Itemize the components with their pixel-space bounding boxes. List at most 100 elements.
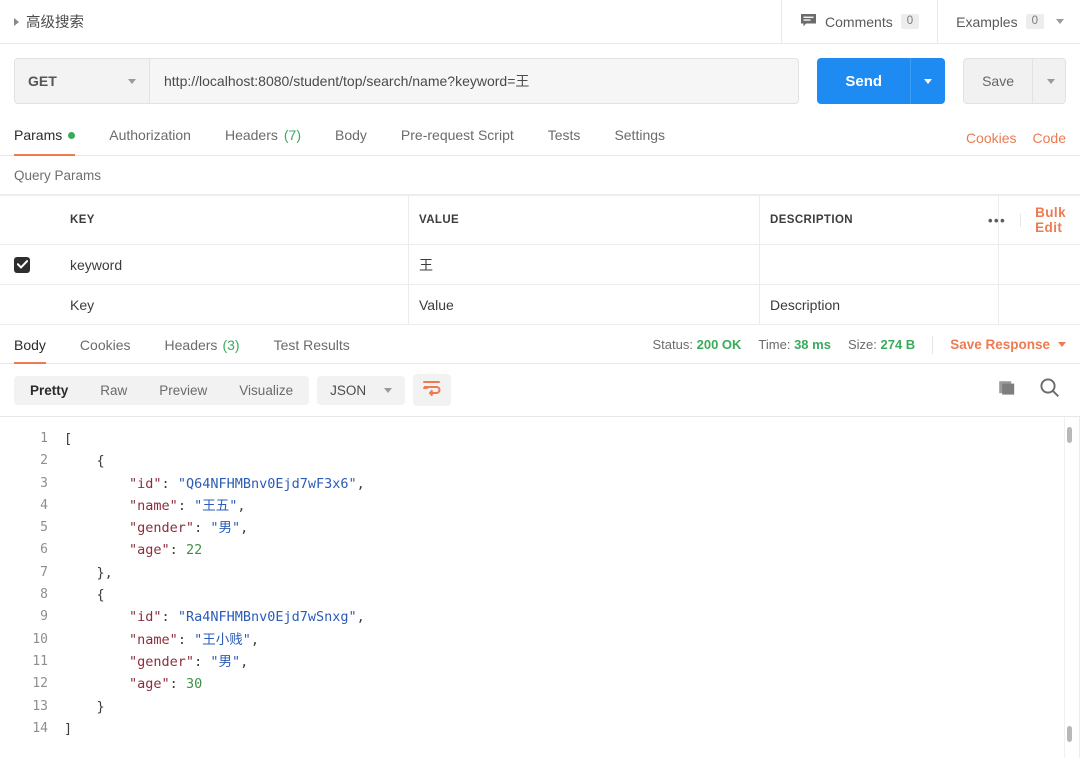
view-visualize[interactable]: Visualize <box>223 376 309 405</box>
table-row[interactable]: keyword 王 <box>0 244 1080 285</box>
code-line: "gender": "男", <box>129 653 249 670</box>
breadcrumb-label: 高级搜索 <box>26 15 84 31</box>
line-number: 3 <box>40 475 48 491</box>
row-actions <box>998 284 1080 325</box>
word-wrap-button[interactable] <box>413 374 452 406</box>
search-icon[interactable] <box>1039 377 1060 403</box>
comments-label: Comments <box>825 13 893 30</box>
response-tab-cookies[interactable]: Cookies <box>63 326 148 363</box>
cookies-link[interactable]: Cookies <box>966 130 1017 146</box>
send-options-button[interactable] <box>910 58 946 104</box>
param-key-input[interactable]: keyword <box>60 244 409 285</box>
chevron-down-icon <box>1047 78 1055 84</box>
view-preview[interactable]: Preview <box>143 376 223 405</box>
tab-label: Authorization <box>109 127 191 143</box>
send-button-group: Send <box>817 58 946 104</box>
view-raw[interactable]: Raw <box>84 376 143 405</box>
request-tab-bar: Params Authorization Headers (7) Body Pr… <box>0 116 1080 156</box>
examples-count: 0 <box>1025 13 1044 30</box>
line-number: 13 <box>32 698 48 714</box>
url-input[interactable]: http://localhost:8080/student/top/search… <box>150 58 800 104</box>
response-tabs: Body Cookies Headers (3) Test Results <box>14 326 367 364</box>
headers-count: (7) <box>283 127 301 143</box>
code-line: "id": "Ra4NFHMBnv0Ejd7wSnxg", <box>129 609 365 626</box>
tab-authorization[interactable]: Authorization <box>92 116 208 155</box>
size-metric: Size: 274 B <box>848 337 915 352</box>
scrollbar-thumb-bottom[interactable] <box>1067 726 1072 742</box>
header-description: DESCRIPTION <box>759 195 999 245</box>
new-param-description-input[interactable]: Description <box>759 284 999 325</box>
code-line: "age": 22 <box>129 542 203 559</box>
send-button[interactable]: Send <box>817 58 911 104</box>
row-actions <box>998 244 1080 285</box>
body-actions <box>998 377 1066 403</box>
response-tab-body[interactable]: Body <box>14 326 63 364</box>
response-tab-headers[interactable]: Headers (3) <box>148 326 257 363</box>
line-number: 5 <box>40 520 48 536</box>
tab-headers[interactable]: Headers (7) <box>208 116 318 155</box>
expand-triangle-icon[interactable] <box>14 17 19 26</box>
response-tab-bar: Body Cookies Headers (3) Test Results St… <box>0 326 1080 364</box>
comments-count: 0 <box>900 13 920 30</box>
more-options-icon[interactable]: ••• <box>974 213 1022 227</box>
code-line: "name": "王五", <box>129 497 246 514</box>
new-param-value-input[interactable]: Value <box>408 284 760 325</box>
param-value-input[interactable]: 王 <box>408 244 760 285</box>
line-number: 4 <box>40 497 48 513</box>
checkbox-checked-icon[interactable] <box>14 256 30 273</box>
copy-icon[interactable] <box>998 378 1019 403</box>
http-method-select[interactable]: GET <box>14 58 150 104</box>
bulk-edit-link[interactable]: Bulk Edit <box>1021 205 1066 235</box>
tab-pre-request-script[interactable]: Pre-request Script <box>384 116 531 155</box>
line-number: 6 <box>40 542 48 558</box>
response-meta: Status: 200 OK Time: 38 ms Size: 274 B S… <box>653 335 1066 354</box>
tab-tests[interactable]: Tests <box>531 116 598 155</box>
table-row[interactable]: Key Value Description <box>0 284 1080 325</box>
header-actions: Comments 0 Examples 0 <box>781 0 1080 43</box>
breadcrumb[interactable]: 高级搜索 <box>14 11 84 32</box>
line-number: 14 <box>32 720 48 736</box>
row-checkbox-cell[interactable] <box>0 284 60 325</box>
chevron-down-icon[interactable] <box>128 78 136 84</box>
tab-label: Pre-request Script <box>400 127 514 143</box>
body-view-segmented: Pretty Raw Preview Visualize <box>14 375 310 405</box>
comment-bubble-icon <box>800 13 817 31</box>
response-headers-count: (3) <box>222 336 240 353</box>
chevron-down-icon[interactable] <box>1058 342 1066 347</box>
save-response-button[interactable]: Save Response <box>950 337 1066 352</box>
comments-button[interactable]: Comments 0 <box>781 0 937 43</box>
tab-params[interactable]: Params <box>14 116 92 156</box>
tab-settings[interactable]: Settings <box>597 116 682 155</box>
header-key: KEY <box>60 195 409 245</box>
tab-body[interactable]: Body <box>318 116 384 155</box>
param-description-input[interactable] <box>759 244 999 285</box>
row-checkbox-cell[interactable] <box>0 244 60 285</box>
tab-label: Headers <box>224 127 278 143</box>
vertical-scrollbar[interactable] <box>1064 417 1074 758</box>
response-tab-test-results[interactable]: Test Results <box>257 326 367 363</box>
code-line: { <box>64 587 105 604</box>
header-actions: ••• Bulk Edit <box>988 195 1080 245</box>
scrollbar-thumb-top[interactable] <box>1067 427 1072 443</box>
url-text: http://localhost:8080/student/top/search… <box>164 73 530 89</box>
line-number: 7 <box>40 564 48 580</box>
examples-button[interactable]: Examples 0 <box>937 0 1080 43</box>
tab-label: Headers <box>164 336 218 353</box>
save-options-button[interactable] <box>1032 59 1065 103</box>
body-format-select[interactable]: JSON <box>317 375 406 405</box>
response-body-viewer[interactable]: 1 2 3 4 5 6 7 8 9 10 11 12 13 14 [ { "id": "Q64NFHMBn… <box>0 417 1080 758</box>
examples-label: Examples <box>956 13 1018 30</box>
query-params-title: Query Params <box>0 156 1080 195</box>
tab-label: Cookies <box>79 336 131 353</box>
save-button[interactable]: Save <box>964 59 1032 103</box>
new-param-key-input[interactable]: Key <box>60 284 409 325</box>
code-link[interactable]: Code <box>1033 130 1066 146</box>
code-line: ] <box>64 720 73 737</box>
code-line: "name": "王小贱", <box>129 631 259 648</box>
view-pretty[interactable]: Pretty <box>14 376 84 405</box>
chevron-down-icon[interactable] <box>1056 19 1064 24</box>
json-code-content[interactable]: [ { "id": "Q64NFHMBnv0Ejd7wF3x6", "name"… <box>58 417 1080 758</box>
status-metric: Status: 200 OK <box>653 337 742 352</box>
tab-label: Tests <box>547 127 581 143</box>
header-value: VALUE <box>408 195 760 245</box>
